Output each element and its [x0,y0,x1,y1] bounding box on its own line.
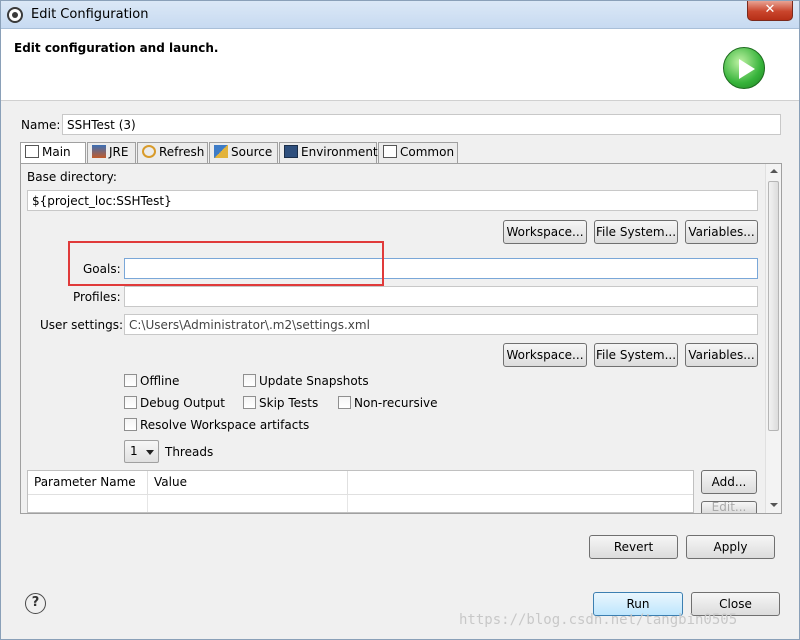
checkbox-box[interactable] [124,396,137,409]
panel-scrollbar[interactable] [765,164,781,513]
scrollbar-thumb[interactable] [768,181,779,431]
update-snapshots-label: Update Snapshots [259,374,369,388]
column-header-filler [348,471,693,495]
name-input[interactable]: SSHTest (3) [62,114,781,135]
resolve-workspace-checkbox[interactable]: Resolve Workspace artifacts [124,418,309,432]
checkbox-box[interactable] [243,374,256,387]
resolve-workspace-label: Resolve Workspace artifacts [140,418,310,432]
scroll-down-icon[interactable] [770,503,778,507]
checkbox-box[interactable] [124,418,137,431]
tab-refresh-label: Refresh [159,145,205,159]
non-recursive-checkbox[interactable]: Non-recursive [338,396,438,410]
tab-environment-label: Environment [301,145,378,159]
close-window-button[interactable]: ✕ [747,1,793,21]
tab-jre[interactable]: JRE [87,142,136,163]
tab-common-label: Common [400,145,455,159]
help-icon[interactable]: ? [25,593,46,614]
column-header-parameter-name[interactable]: Parameter Name [28,471,148,495]
tab-common[interactable]: Common [378,142,458,163]
environment-tab-icon [284,145,298,158]
scroll-up-icon[interactable] [770,169,778,173]
profiles-input[interactable] [124,286,758,307]
revert-button[interactable]: Revert [589,535,678,559]
user-settings-input[interactable]: C:\Users\Administrator\.m2\settings.xml [124,314,758,335]
main-tab-icon [25,145,39,158]
threads-label: Threads [165,445,214,459]
run-launch-icon [723,47,765,89]
column-header-value[interactable]: Value [148,471,348,495]
offline-checkbox[interactable]: Offline [124,374,179,388]
tab-environment[interactable]: Environment [279,142,378,163]
skip-tests-label: Skip Tests [259,396,319,410]
name-label: Name: [21,118,61,132]
checkbox-box[interactable] [124,374,137,387]
tab-main[interactable]: Main [20,142,86,164]
debug-output-label: Debug Output [140,396,225,410]
header-title: Edit configuration and launch. [14,41,219,55]
threads-value: 1 [130,444,138,458]
variables-button[interactable]: Variables... [685,220,758,244]
skip-tests-checkbox[interactable]: Skip Tests [243,396,318,410]
debug-output-checkbox[interactable]: Debug Output [124,396,225,410]
window-title: Edit Configuration [31,7,149,22]
dialog-header: Edit configuration and launch. [1,29,799,101]
parameters-table[interactable]: Parameter Name Value [27,470,694,513]
tab-jre-label: JRE [109,145,129,159]
non-recursive-label: Non-recursive [354,396,438,410]
apply-button[interactable]: Apply [686,535,775,559]
chevron-down-icon [146,450,154,455]
checkbox-box[interactable] [338,396,351,409]
workspace-button-2[interactable]: Workspace... [503,343,587,367]
title-bar: Edit Configuration ✕ [1,1,799,29]
eclipse-icon [7,7,23,23]
workspace-button[interactable]: Workspace... [503,220,587,244]
profiles-label: Profiles: [73,290,121,304]
tab-source[interactable]: Source [209,142,278,163]
tab-refresh[interactable]: Refresh [137,142,208,163]
jre-tab-icon [92,145,106,158]
source-tab-icon [214,145,228,158]
base-directory-input[interactable]: ${project_loc:SSHTest} [27,190,758,211]
file-system-button-2[interactable]: File System... [594,343,678,367]
update-snapshots-checkbox[interactable]: Update Snapshots [243,374,369,388]
file-system-button[interactable]: File System... [594,220,678,244]
tab-source-label: Source [231,145,273,159]
table-cell [28,495,148,512]
common-tab-icon [383,145,397,158]
watermark: https://blog.csdn.net/tangbin0505 [459,612,738,628]
refresh-tab-icon [142,145,156,158]
tab-main-label: Main [42,145,71,159]
goals-highlight-annotation [68,241,384,286]
add-parameter-button[interactable]: Add... [701,470,757,494]
base-directory-label: Base directory: [27,170,117,184]
threads-select[interactable]: 1 [124,440,159,463]
checkbox-box[interactable] [243,396,256,409]
edit-configuration-dialog: Edit Configuration ✕ Edit configuration … [0,0,800,640]
user-settings-label: User settings: [40,318,124,332]
offline-label: Offline [140,374,180,388]
table-cell [148,495,348,512]
edit-parameter-button[interactable]: Edit... [701,501,757,513]
variables-button-2[interactable]: Variables... [685,343,758,367]
